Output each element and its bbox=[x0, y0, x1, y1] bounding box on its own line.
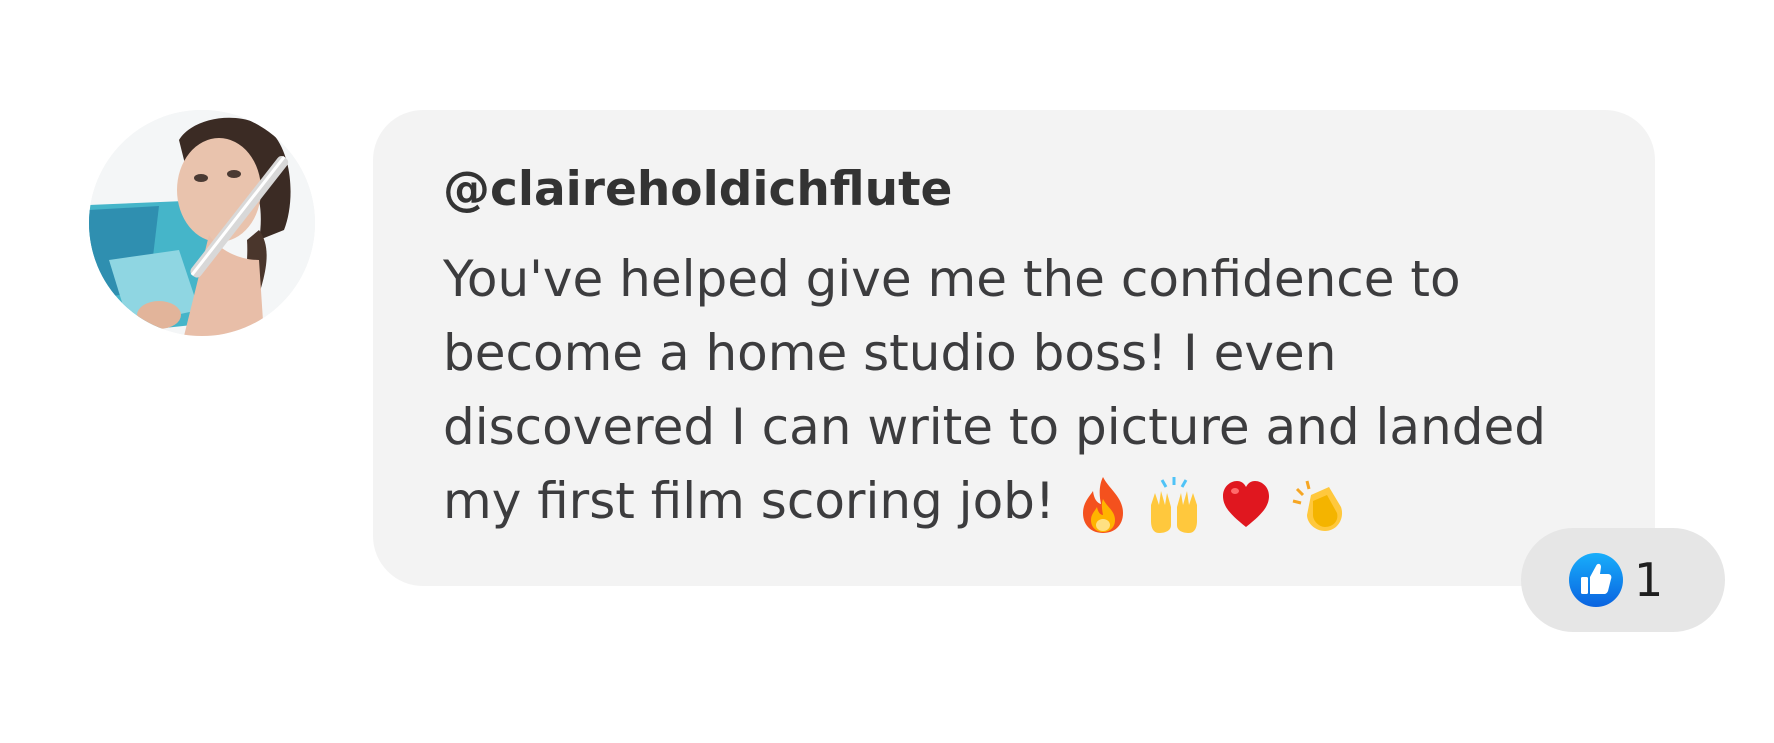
comment-text: You've helped give me the confidence to … bbox=[443, 250, 1546, 530]
like-reaction[interactable]: 1 bbox=[1521, 528, 1725, 632]
raising-hands-emoji bbox=[1150, 476, 1197, 533]
comment-bubble: @claireholdichflute You've helped give m… bbox=[373, 110, 1655, 586]
reaction-count: 1 bbox=[1634, 553, 1664, 607]
avatar[interactable] bbox=[89, 110, 315, 336]
emoji-group bbox=[1079, 475, 1351, 535]
comment-body: You've helped give me the confidence to … bbox=[443, 242, 1593, 538]
red-heart-emoji bbox=[1222, 480, 1269, 527]
fire-emoji bbox=[1082, 476, 1123, 533]
clapping-hands-emoji bbox=[1292, 480, 1342, 531]
comment-username[interactable]: @claireholdichflute bbox=[443, 160, 1595, 220]
profile-photo bbox=[89, 110, 315, 336]
thumbs-up-icon bbox=[1569, 553, 1623, 607]
